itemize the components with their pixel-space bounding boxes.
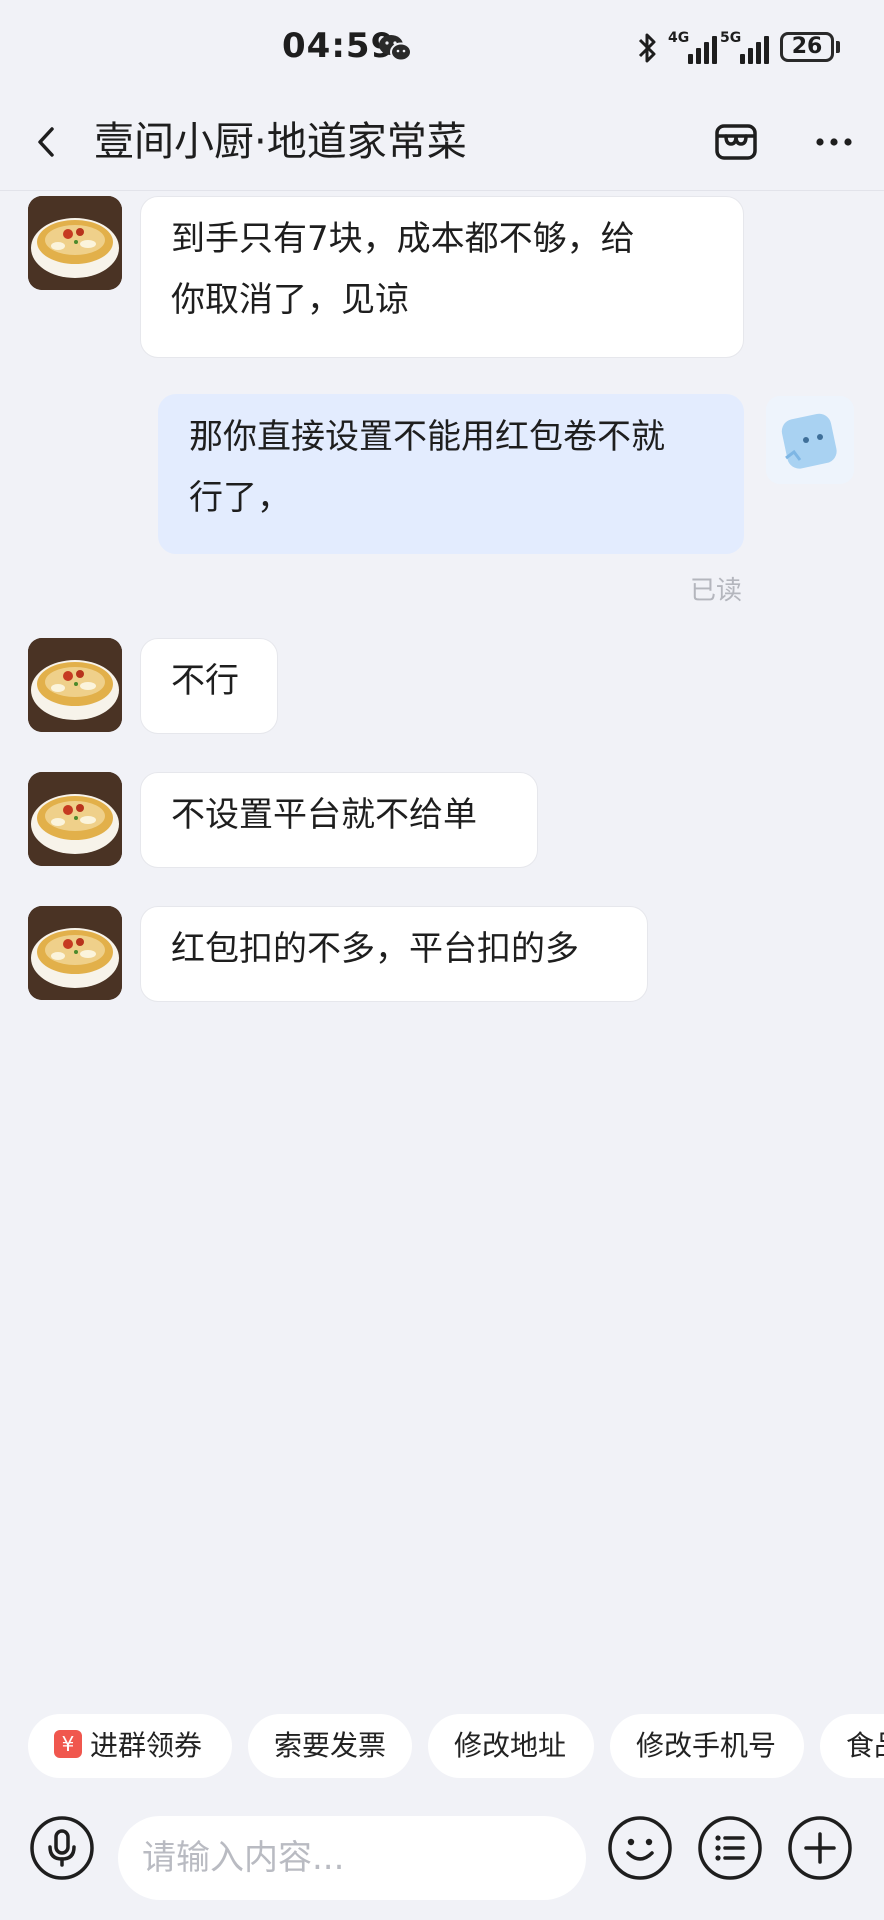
plus-icon <box>788 1816 852 1880</box>
message-line: 那你直接设置不能用红包卷不就 <box>189 417 665 457</box>
food-bowl-icon <box>28 772 122 866</box>
chevron-left-icon <box>38 127 54 157</box>
store-icon <box>715 124 757 160</box>
message-bubble[interactable]: 红包扣的不多，平台扣的多 <box>140 906 648 1002</box>
input-bar <box>0 1800 884 1920</box>
message-bubble[interactable]: 不行 <box>140 638 278 734</box>
microphone-icon <box>30 1816 94 1880</box>
status-bar: 04:59 4G 5G 26 <box>0 0 884 96</box>
quick-action-change-phone[interactable]: 修改手机号 <box>610 1714 804 1778</box>
my-message-bubble[interactable]: 那你直接设置不能用红包卷不就 行了， <box>158 394 744 554</box>
message-bubble[interactable]: 到手只有7块，成本都不够，给 你取消了，见谅 <box>140 196 744 358</box>
message-input[interactable] <box>118 1816 586 1900</box>
shop-avatar[interactable] <box>28 772 122 866</box>
quick-action-food[interactable]: 食品 <box>820 1714 884 1778</box>
food-bowl-icon <box>28 638 122 732</box>
emoji-button[interactable] <box>606 1814 674 1882</box>
message-line: 你取消了，见谅 <box>171 280 409 320</box>
signal-5g-icon: 5G <box>720 30 776 66</box>
chip-label: 修改地址 <box>454 1729 567 1762</box>
common-phrases-button[interactable] <box>696 1814 764 1882</box>
user-avatar-icon <box>766 396 854 484</box>
more-options-button[interactable] <box>806 114 862 170</box>
bluetooth-icon <box>638 33 656 63</box>
quick-actions-bar: ¥ 进群领券 索要发票 修改地址 修改手机号 食品 <box>0 1714 884 1780</box>
shop-avatar[interactable] <box>28 196 122 290</box>
chat-header: 壹间小厨·地道家常菜 <box>0 96 884 191</box>
battery-icon: 26 <box>780 32 834 62</box>
smiley-icon <box>608 1816 672 1880</box>
list-icon <box>698 1816 762 1880</box>
read-status: 已读 <box>690 576 743 606</box>
wechat-notification-icon <box>379 35 412 62</box>
message-line: 不行 <box>171 661 239 701</box>
food-bowl-icon <box>28 906 122 1000</box>
shop-avatar[interactable] <box>28 638 122 732</box>
message-line: 到手只有7块，成本都不够，给 <box>171 219 635 259</box>
shop-avatar[interactable] <box>28 906 122 1000</box>
message-bubble[interactable]: 不设置平台就不给单 <box>140 772 538 868</box>
battery-tip <box>836 41 840 53</box>
signal-4g-icon: 4G <box>668 30 724 66</box>
more-actions-button[interactable] <box>786 1814 854 1882</box>
shop-button[interactable] <box>708 114 764 170</box>
battery-level: 26 <box>791 34 823 59</box>
back-button[interactable] <box>22 116 74 168</box>
message-line: 红包扣的不多，平台扣的多 <box>171 929 579 969</box>
quick-action-join-group[interactable]: ¥ 进群领券 <box>28 1714 232 1778</box>
chip-label: 进群领券 <box>90 1729 203 1762</box>
quick-action-change-address[interactable]: 修改地址 <box>428 1714 594 1778</box>
chip-label: 索要发票 <box>274 1729 387 1762</box>
my-avatar[interactable] <box>766 396 854 484</box>
voice-input-button[interactable] <box>28 1814 96 1882</box>
more-horizontal-icon <box>816 138 852 146</box>
quick-action-invoice[interactable]: 索要发票 <box>248 1714 412 1778</box>
chip-label: 修改手机号 <box>636 1729 777 1762</box>
message-line: 不设置平台就不给单 <box>171 795 477 835</box>
coupon-icon: ¥ <box>54 1730 82 1758</box>
page-title: 壹间小厨·地道家常菜 <box>94 119 467 165</box>
chip-label: 食品 <box>846 1729 884 1762</box>
message-line: 行了， <box>189 478 291 518</box>
food-bowl-icon <box>28 196 122 290</box>
